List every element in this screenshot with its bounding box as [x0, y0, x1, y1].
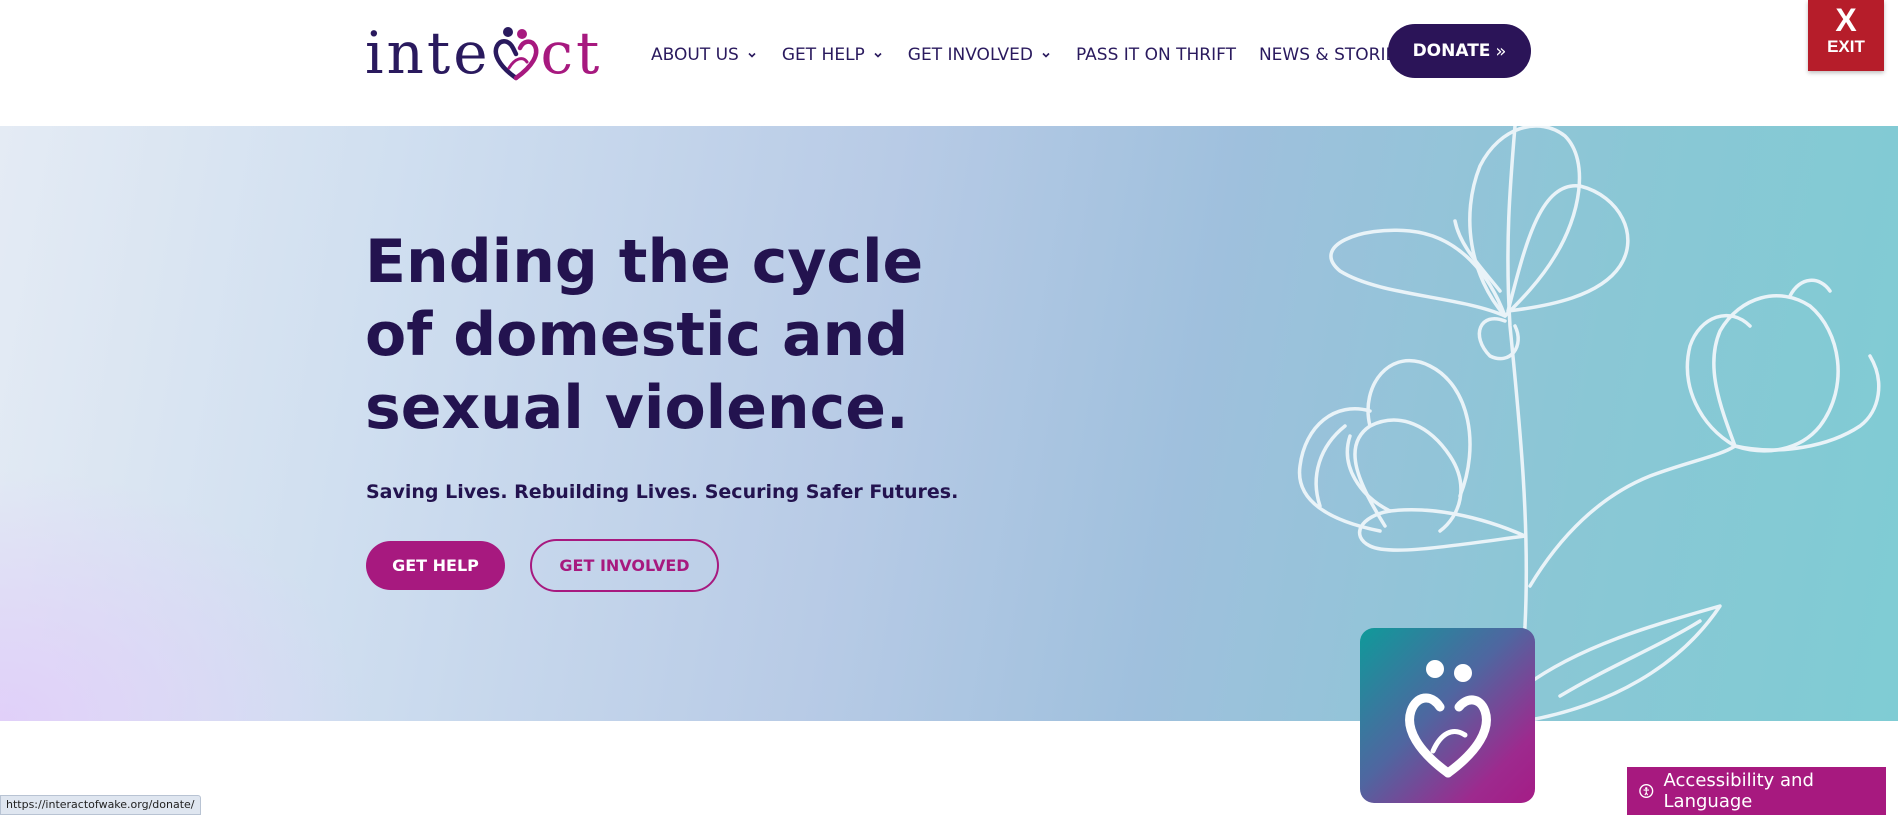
nav-item-get-involved[interactable]: GET INVOLVED	[908, 45, 1053, 65]
quick-exit-button[interactable]: X EXIT	[1808, 0, 1884, 71]
nav-item-pass-it-on-thrift[interactable]: PASS IT ON THRIFT	[1076, 45, 1236, 65]
logo-text-left: inte	[365, 19, 491, 87]
hero-title: Ending the cycle of domestic and sexual …	[365, 227, 924, 443]
chevron-down-icon	[1042, 52, 1050, 58]
double-chevron-right-icon: »	[1495, 40, 1507, 62]
nav-item-news-stories[interactable]: NEWS & STORIES	[1259, 45, 1407, 65]
interact-heart-people-icon	[1404, 659, 1491, 777]
nav-label: ABOUT US	[651, 45, 739, 65]
hero-subtitle: Saving Lives. Rebuilding Lives. Securing…	[366, 481, 959, 503]
exit-label: EXIT	[1827, 37, 1865, 56]
interact-badge	[1360, 628, 1535, 803]
nav-item-about-us[interactable]: ABOUT US	[651, 45, 759, 65]
nav-label: GET INVOLVED	[907, 45, 1034, 65]
nav-item-get-help[interactable]: GET HELP	[782, 45, 885, 65]
donate-button[interactable]: DONATE »	[1388, 24, 1531, 78]
main-nav: ABOUT US GET HELP GET INVOLVED PASS IT O…	[651, 38, 1407, 72]
get-involved-button[interactable]: GET INVOLVED	[530, 539, 719, 592]
get-help-button[interactable]: GET HELP	[366, 541, 505, 590]
nav-label: NEWS & STORIES	[1258, 45, 1408, 65]
logo[interactable]: inte ct	[365, 22, 602, 84]
close-icon: X	[1835, 2, 1857, 38]
donate-label: DONATE	[1412, 41, 1491, 61]
site-header: inte ct ABOUT US GET HELP GET INVOLVED P…	[0, 0, 1898, 126]
chevron-down-icon	[748, 52, 756, 58]
nav-label: PASS IT ON THRIFT	[1076, 45, 1236, 65]
hero-section: Ending the cycle of domestic and sexual …	[0, 126, 1898, 721]
logo-text-right: ct	[540, 19, 603, 87]
accessibility-label: Accessibility and Language	[1663, 770, 1814, 812]
page: inte ct ABOUT US GET HELP GET INVOLVED P…	[0, 0, 1898, 815]
nav-label: GET HELP	[781, 45, 865, 65]
chevron-down-icon	[874, 52, 882, 58]
logo-heart-icon	[493, 27, 538, 81]
accessibility-icon	[1639, 783, 1654, 799]
accessibility-language-button[interactable]: Accessibility and Language	[1627, 767, 1886, 815]
status-bar-url: https://interactofwake.org/donate/	[0, 795, 201, 815]
